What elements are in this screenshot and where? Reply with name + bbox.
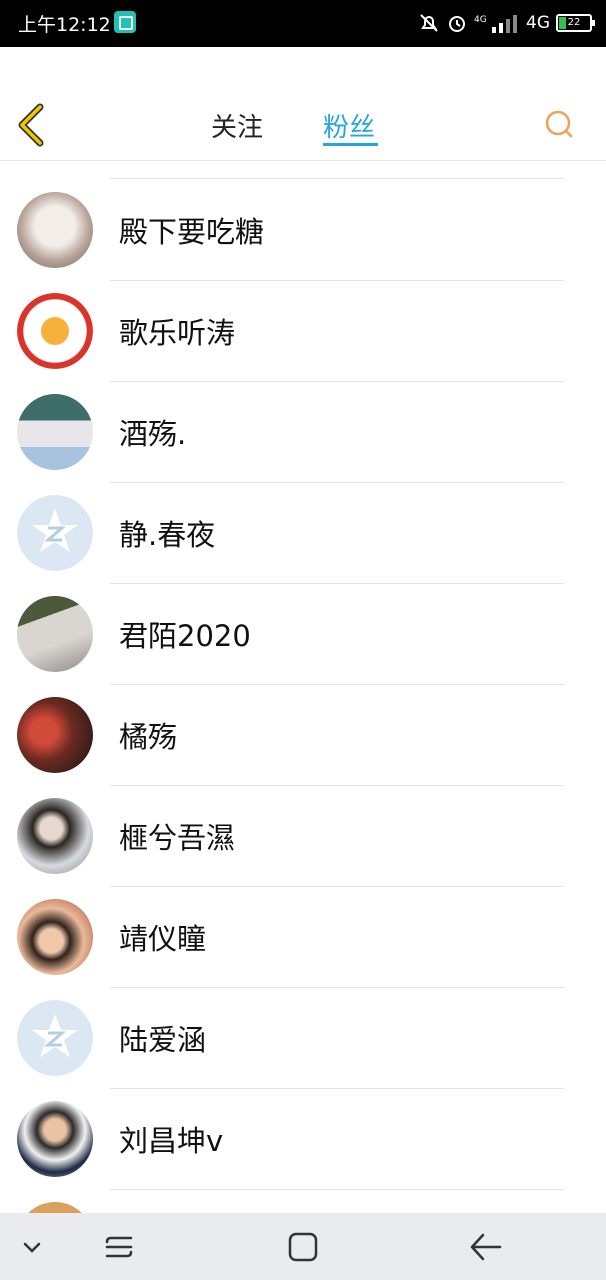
mute-bell-icon bbox=[420, 14, 438, 32]
list-item[interactable]: 酒殇. bbox=[0, 381, 606, 482]
list-item[interactable]: 橘殇 bbox=[0, 684, 606, 785]
list-item[interactable]: 刘昌坤v bbox=[0, 1088, 606, 1189]
svg-text:4G: 4G bbox=[474, 15, 487, 25]
avatar bbox=[17, 697, 93, 773]
fan-name: 刘昌坤v bbox=[119, 1124, 224, 1158]
fan-name: 静.春夜 bbox=[119, 518, 216, 552]
tab-following[interactable]: 关注 bbox=[211, 107, 263, 144]
active-tab-indicator bbox=[323, 143, 378, 146]
avatar bbox=[17, 1202, 93, 1213]
back-icon[interactable] bbox=[466, 1227, 506, 1267]
chevron-down-icon[interactable] bbox=[12, 1227, 52, 1267]
default-avatar-icon bbox=[17, 1000, 93, 1076]
system-nav-bar bbox=[0, 1213, 606, 1280]
avatar bbox=[17, 899, 93, 975]
status-time: 上午12:12 bbox=[18, 14, 111, 36]
tab-fans[interactable]: 粉丝 bbox=[323, 107, 375, 144]
fan-name: 殿下要吃糖 bbox=[119, 215, 265, 249]
fan-name: 酒殇. bbox=[119, 417, 187, 451]
list-item-partial[interactable] bbox=[0, 1189, 606, 1213]
fan-name: 君陌2020 bbox=[119, 619, 251, 653]
status-icons: 4G 4G 22 bbox=[418, 10, 595, 36]
screenshot-app-icon bbox=[114, 11, 136, 33]
battery-level: 22 bbox=[567, 17, 581, 28]
list-item[interactable]: 陆爱涵 bbox=[0, 987, 606, 1088]
search-icon[interactable] bbox=[542, 107, 576, 141]
fan-name: 陆爱涵 bbox=[119, 1023, 207, 1057]
fans-list: 殿下要吃糖 歌乐听涛 酒殇. 静.春夜 君陌2020 橘殇 榧兮吾濕 靖仪瞳 陆… bbox=[0, 161, 606, 1213]
avatar bbox=[17, 394, 93, 470]
list-item[interactable]: 殿下要吃糖 bbox=[0, 179, 606, 280]
list-item[interactable]: 静.春夜 bbox=[0, 482, 606, 583]
list-item[interactable]: 靖仪瞳 bbox=[0, 886, 606, 987]
avatar bbox=[17, 293, 93, 369]
fan-name: 歌乐听涛 bbox=[119, 316, 236, 350]
avatar bbox=[17, 1101, 93, 1177]
avatar bbox=[17, 192, 93, 268]
fan-name: 橘殇 bbox=[119, 720, 178, 754]
battery-icon: 22 bbox=[556, 14, 595, 32]
fan-name: 靖仪瞳 bbox=[119, 922, 207, 956]
default-avatar-icon bbox=[17, 495, 93, 571]
fan-name: 榧兮吾濕 bbox=[119, 821, 236, 855]
header-bar: 关注 粉丝 bbox=[0, 47, 606, 161]
recent-apps-icon[interactable] bbox=[99, 1227, 139, 1267]
avatar bbox=[17, 596, 93, 672]
list-item[interactable]: 歌乐听涛 bbox=[0, 280, 606, 381]
network-type: 4G bbox=[526, 13, 550, 33]
list-item[interactable]: 君陌2020 bbox=[0, 583, 606, 684]
list-item-partial[interactable] bbox=[0, 161, 606, 167]
home-icon[interactable] bbox=[283, 1227, 323, 1267]
status-bar: 上午12:12 4G 4G 22 bbox=[0, 0, 606, 47]
list-item[interactable]: 榧兮吾濕 bbox=[0, 785, 606, 886]
alarm-icon bbox=[449, 16, 465, 32]
back-arrow-icon[interactable] bbox=[14, 103, 50, 147]
avatar bbox=[17, 798, 93, 874]
signal-icon: 4G bbox=[474, 15, 517, 33]
